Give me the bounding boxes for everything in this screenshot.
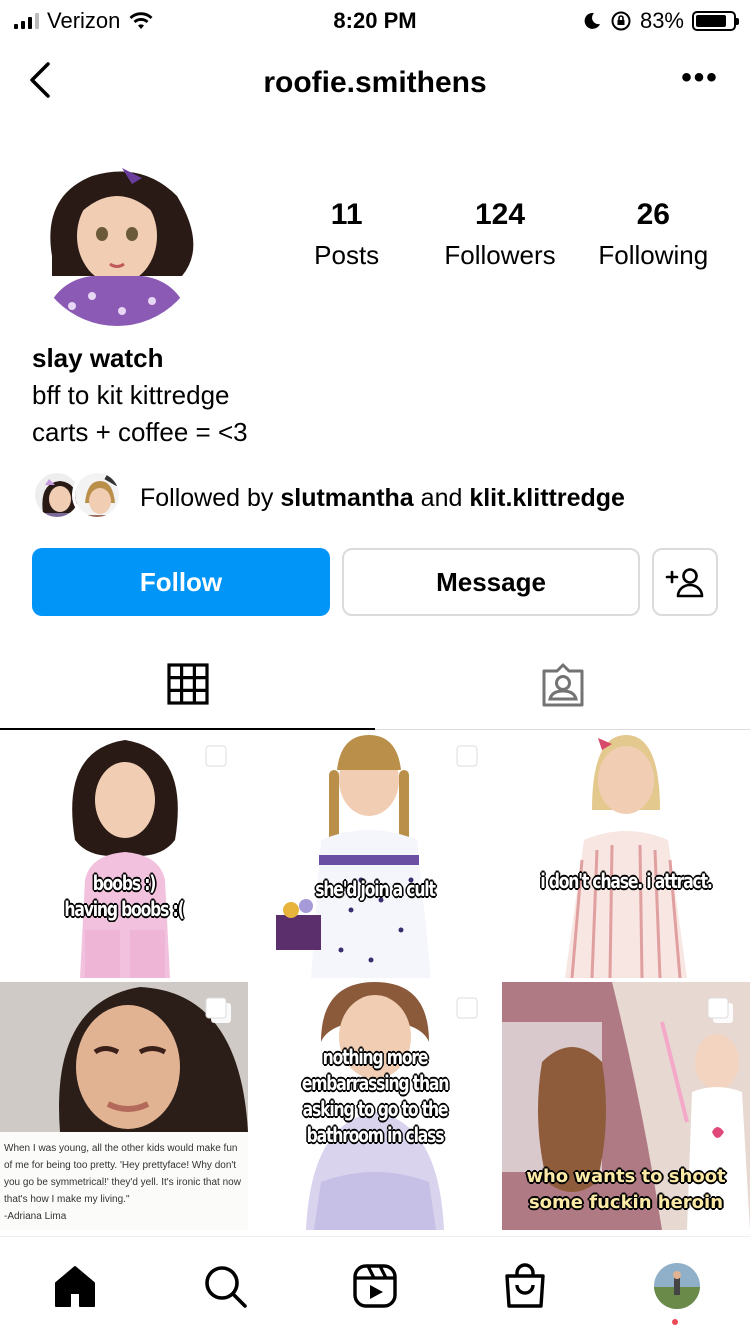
stat-value: 124 (474, 198, 526, 231)
bio-line: bff to kit kittredge (32, 380, 230, 410)
nav-reels[interactable] (350, 1261, 400, 1311)
message-button[interactable]: Message (342, 548, 640, 616)
nav-profile[interactable] (652, 1261, 702, 1311)
post-caption: nothing more embarrassing than asking to… (301, 1045, 450, 1147)
status-right: 83% (582, 8, 739, 34)
profile-actions: Follow Message (32, 548, 718, 616)
add-user-icon (665, 568, 704, 598)
followed-joiner: and (413, 483, 470, 512)
shop-icon (505, 1263, 545, 1308)
doll-portrait-image (32, 156, 202, 326)
reels-icon (353, 1264, 397, 1308)
stat-label: Following (598, 240, 709, 270)
post-quote-text: When I was young, all the other kids wou… (4, 1143, 241, 1222)
home-icon (55, 1266, 95, 1307)
tab-posts-grid[interactable] (0, 640, 375, 730)
profile-avatar (654, 1263, 700, 1309)
followed-prefix: Followed by (140, 483, 281, 512)
stat-posts[interactable]: 11 Posts (272, 198, 422, 271)
post-caption: she'd join a cult (315, 877, 436, 901)
stat-value: 11 (330, 198, 363, 231)
post-thumbnail[interactable]: she'd join a cult (251, 730, 499, 978)
profile-tabs (0, 640, 750, 730)
multiple-posts-icon (205, 997, 231, 1023)
post-caption: who wants to shoot some fuckin heroin (526, 1166, 726, 1213)
tagged-icon (542, 663, 583, 707)
post-thumbnail[interactable]: When I was young, all the other kids wou… (0, 982, 248, 1230)
follow-button[interactable]: Follow (32, 548, 330, 616)
doll-in-striped-dress-image (502, 730, 750, 978)
nav-search[interactable] (200, 1261, 250, 1311)
multiple-posts-icon (456, 745, 482, 771)
stat-label: Posts (314, 240, 380, 270)
post-thumbnail[interactable]: i don't chase. i attract. (502, 730, 750, 978)
profile-bio: slay watch bff to kit kittredge carts + … (32, 340, 248, 451)
profile-stats: 11 Posts 124 Followers 26 Following (270, 198, 730, 271)
display-name: slay watch (32, 343, 164, 373)
profile-avatar[interactable] (32, 156, 202, 326)
mutual-username[interactable]: slutmantha (280, 484, 413, 512)
nav-shop[interactable] (500, 1261, 550, 1311)
moon-icon (584, 12, 600, 29)
followed-by[interactable]: Followed by slutmantha and klit.klittred… (32, 470, 625, 526)
mutual-avatar (72, 470, 122, 520)
bottom-tab-bar (0, 1236, 750, 1334)
multiple-posts-icon (205, 745, 231, 771)
stat-following[interactable]: 26 Following (578, 198, 728, 271)
multiple-posts-icon (456, 997, 482, 1023)
mutual-username[interactable]: klit.klittredge (469, 484, 625, 512)
post-thumbnail[interactable]: who wants to shoot some fuckin heroin (502, 982, 750, 1230)
search-icon (205, 1266, 247, 1308)
multiple-posts-icon (707, 997, 733, 1023)
post-thumbnail[interactable]: boobs :) having boobs :( (0, 730, 248, 978)
bio-line: carts + coffee = <3 (32, 417, 248, 447)
post-thumbnail[interactable]: nothing more embarrassing than asking to… (251, 982, 499, 1230)
stat-value: 26 (636, 198, 670, 231)
more-horizontal-icon: ••• (681, 61, 719, 94)
post-caption: boobs :) having boobs :( (64, 871, 184, 921)
page-title: roofie.smithens (263, 66, 487, 99)
post-caption: i don't chase. i attract. (540, 869, 713, 893)
followed-by-text: Followed by slutmantha and klit.klittred… (140, 484, 625, 513)
profile-header: roofie.smithens ••• (0, 50, 750, 120)
posts-grid: boobs :) having boobs :( she'd join a cu… (0, 730, 750, 1230)
grid-icon (166, 663, 209, 705)
status-bar: Verizon 8:20 PM 83% (0, 0, 750, 40)
orientation-lock-icon (611, 11, 631, 31)
more-options-button[interactable]: ••• (680, 63, 720, 98)
stat-label: Followers (444, 240, 556, 270)
notification-dot (672, 1319, 678, 1325)
battery-icon (692, 11, 739, 31)
stat-followers[interactable]: 124 Followers (425, 198, 575, 271)
nav-home[interactable] (50, 1261, 100, 1311)
tab-tagged[interactable] (375, 640, 750, 730)
suggest-users-button[interactable] (652, 548, 718, 616)
battery-percent: 83% (639, 8, 684, 33)
mutual-avatars (32, 470, 128, 526)
